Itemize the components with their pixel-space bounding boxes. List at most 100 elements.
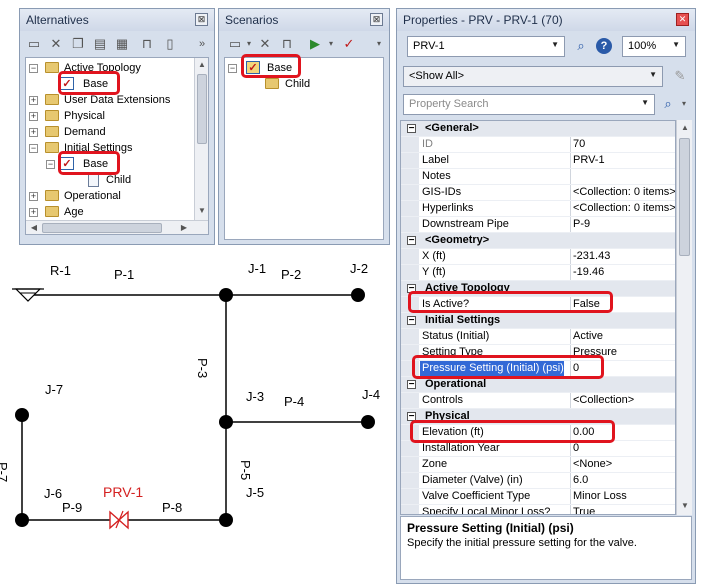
- scroll-down-icon[interactable]: ▼: [196, 206, 208, 215]
- dropdown-icon[interactable]: ▾: [241, 36, 257, 52]
- property-row[interactable]: Downstream Pipe P-9: [401, 217, 675, 233]
- alternatives-hscroll[interactable]: ◀ ▶: [26, 220, 208, 234]
- junction-j3[interactable]: [219, 415, 233, 429]
- property-name: Label: [422, 154, 449, 166]
- scroll-up-icon[interactable]: ▲: [679, 123, 691, 132]
- collapse-icon[interactable]: −: [407, 236, 416, 246]
- expand-icon[interactable]: +: [29, 192, 38, 201]
- property-value[interactable]: PRV-1: [573, 153, 675, 168]
- properties-close-button[interactable]: ✕: [676, 13, 689, 26]
- label-j7: J-7: [45, 382, 63, 397]
- scroll-up-icon[interactable]: ▲: [196, 60, 208, 69]
- property-value[interactable]: 70: [573, 137, 675, 152]
- scroll-down-icon[interactable]: ▼: [679, 501, 691, 510]
- property-category[interactable]: − Initial Settings: [401, 313, 675, 329]
- property-value[interactable]: <Collection: 0 items>: [573, 185, 675, 200]
- property-row[interactable]: Valve Coefficient Type Minor Loss: [401, 489, 675, 505]
- rename-icon[interactable]: ▤: [92, 36, 108, 52]
- dropdown-icon[interactable]: ▾: [676, 96, 692, 112]
- property-row[interactable]: Specify Local Minor Loss? True: [401, 505, 675, 514]
- scroll-thumb[interactable]: [42, 223, 162, 233]
- property-value[interactable]: <None>: [573, 457, 675, 472]
- property-search-field[interactable]: Property Search ▼: [403, 94, 655, 115]
- property-value[interactable]: -19.46: [573, 265, 675, 280]
- collapse-icon[interactable]: −: [228, 64, 237, 73]
- expand-icon[interactable]: +: [29, 128, 38, 137]
- label-p3: P-3: [195, 358, 210, 378]
- expand-icon[interactable]: +: [29, 112, 38, 121]
- help-icon[interactable]: ?: [596, 38, 612, 54]
- property-row[interactable]: Zone <None>: [401, 457, 675, 473]
- junction-j2[interactable]: [351, 288, 365, 302]
- collapse-icon[interactable]: −: [29, 144, 38, 153]
- property-row[interactable]: X (ft) -231.43: [401, 249, 675, 265]
- property-row[interactable]: Status (Initial) Active: [401, 329, 675, 345]
- alternatives-vscroll[interactable]: ▲ ▼: [194, 58, 208, 220]
- more-tools-button[interactable]: »: [194, 36, 210, 52]
- folder-icon: [45, 110, 59, 121]
- search-placeholder: Property Search: [409, 98, 489, 110]
- search-icon[interactable]: ⌕: [660, 96, 676, 112]
- rename-icon[interactable]: ⊓: [279, 36, 295, 52]
- property-value[interactable]: [573, 169, 675, 184]
- new-icon[interactable]: ▭: [26, 36, 42, 52]
- property-value[interactable]: True: [573, 505, 675, 514]
- property-value[interactable]: <Collection: 0 items>: [573, 201, 675, 216]
- junction-j4[interactable]: [361, 415, 375, 429]
- merge-icon[interactable]: ▦: [114, 36, 130, 52]
- compute-icon[interactable]: ▶: [307, 36, 323, 52]
- property-category[interactable]: − <Geometry>: [401, 233, 675, 249]
- edit-icon[interactable]: ✎: [672, 68, 688, 84]
- property-grid-vscroll[interactable]: ▲ ▼: [676, 120, 692, 515]
- element-select[interactable]: PRV-1 ▼: [407, 36, 565, 57]
- element-select-value: PRV-1: [413, 40, 445, 52]
- collapse-icon[interactable]: −: [407, 124, 416, 134]
- property-value[interactable]: Minor Loss: [573, 489, 675, 504]
- property-category[interactable]: − Operational: [401, 377, 675, 393]
- property-value[interactable]: 0: [573, 441, 675, 456]
- valve-prv1[interactable]: [109, 510, 129, 530]
- scroll-right-icon[interactable]: ▶: [178, 223, 190, 232]
- scroll-left-icon[interactable]: ◀: [28, 223, 40, 232]
- junction-j5[interactable]: [219, 513, 233, 527]
- property-value[interactable]: P-9: [573, 217, 675, 232]
- scroll-thumb[interactable]: [197, 74, 207, 144]
- property-row[interactable]: Installation Year 0: [401, 441, 675, 457]
- property-value[interactable]: Active: [573, 329, 675, 344]
- delete-icon[interactable]: ✕: [48, 36, 64, 52]
- compare-icon[interactable]: ⊓: [139, 36, 155, 52]
- property-row[interactable]: GIS-IDs <Collection: 0 items>: [401, 185, 675, 201]
- delete-icon[interactable]: ✕: [257, 36, 273, 52]
- property-row[interactable]: Notes: [401, 169, 675, 185]
- property-value[interactable]: -231.43: [573, 249, 675, 264]
- find-icon[interactable]: ⌕: [573, 38, 589, 54]
- copy-icon[interactable]: ❐: [70, 36, 86, 52]
- zoom-select[interactable]: 100% ▼: [622, 36, 686, 57]
- collapse-icon[interactable]: −: [407, 316, 416, 326]
- dropdown-icon[interactable]: ▾: [323, 36, 339, 52]
- property-category[interactable]: − <General>: [401, 121, 675, 137]
- expand-icon[interactable]: +: [29, 208, 38, 217]
- scenarios-close-button[interactable]: ⊠: [370, 13, 383, 26]
- property-row[interactable]: Hyperlinks <Collection: 0 items>: [401, 201, 675, 217]
- property-row[interactable]: Diameter (Valve) (in) 6.0: [401, 473, 675, 489]
- scroll-thumb[interactable]: [679, 138, 690, 256]
- overflow-icon[interactable]: ▾: [371, 36, 387, 52]
- report-icon[interactable]: ▯: [162, 36, 178, 52]
- property-row[interactable]: ID 70: [401, 137, 675, 153]
- property-filter-select[interactable]: <Show All> ▼: [403, 66, 663, 87]
- junction-j6[interactable]: [15, 513, 29, 527]
- property-value[interactable]: <Collection>: [573, 393, 675, 408]
- junction-j1[interactable]: [219, 288, 233, 302]
- collapse-icon[interactable]: −: [29, 64, 38, 73]
- junction-j7[interactable]: [15, 408, 29, 422]
- property-value[interactable]: 6.0: [573, 473, 675, 488]
- collapse-icon[interactable]: −: [46, 160, 55, 169]
- property-row[interactable]: Controls <Collection>: [401, 393, 675, 409]
- expand-icon[interactable]: +: [29, 96, 38, 105]
- alternatives-close-button[interactable]: ⊠: [195, 13, 208, 26]
- property-row[interactable]: Y (ft) -19.46: [401, 265, 675, 281]
- property-row[interactable]: Label PRV-1: [401, 153, 675, 169]
- make-current-icon[interactable]: ✓: [341, 36, 357, 52]
- collapse-icon[interactable]: −: [407, 380, 416, 390]
